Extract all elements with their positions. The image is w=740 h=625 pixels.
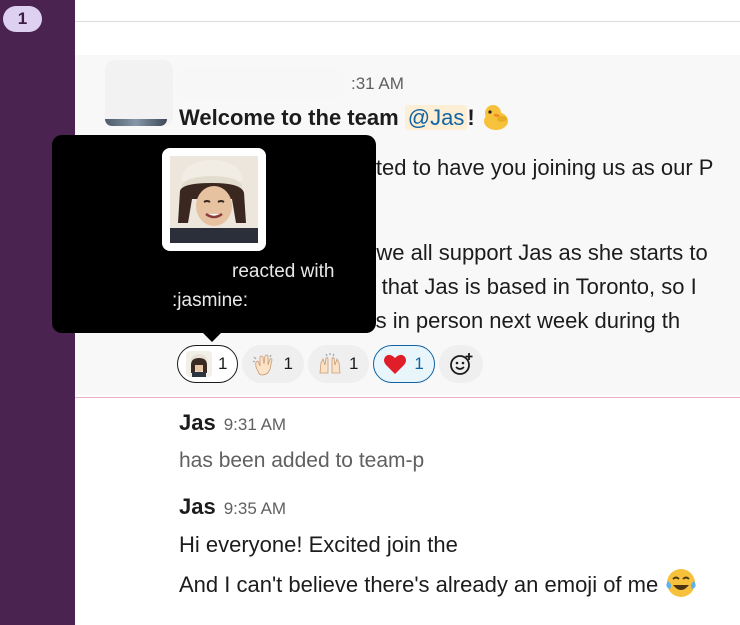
tooltip-reacted-with: reacted with bbox=[232, 261, 335, 282]
add-emoji-icon bbox=[449, 353, 473, 375]
reaction-wave[interactable]: 1 bbox=[242, 345, 304, 383]
avatar-edge bbox=[105, 119, 167, 126]
tooltip-text: reacted with bbox=[156, 261, 334, 283]
reaction-count: 1 bbox=[218, 354, 228, 373]
reaction-tooltip: reacted with :jasmine: bbox=[52, 135, 376, 333]
add-reaction-button[interactable] bbox=[438, 345, 483, 383]
red-heart-icon bbox=[384, 354, 407, 374]
reaction-count: 1 bbox=[414, 354, 424, 373]
message-line-2: And I can't believe there's already an e… bbox=[179, 566, 698, 600]
message-timestamp[interactable]: 9:35 AM bbox=[224, 499, 286, 518]
waving-hand-icon bbox=[253, 354, 273, 376]
title-prefix: Welcome to the team bbox=[179, 105, 405, 130]
new-messages-divider bbox=[75, 397, 740, 398]
tooltip-arrow bbox=[202, 332, 222, 342]
sender-name[interactable]: Jas bbox=[179, 410, 216, 435]
reaction-raised-hands[interactable]: 1 bbox=[307, 345, 370, 383]
tooltip-emoji-preview bbox=[162, 148, 266, 251]
sender-name[interactable]: Jas bbox=[179, 494, 216, 519]
message-title: Welcome to the team @Jas! bbox=[179, 102, 511, 132]
tears-of-joy-emoji-icon bbox=[666, 569, 696, 597]
reaction-heart[interactable]: 1 bbox=[373, 345, 435, 383]
reaction-jasmine[interactable]: 1 bbox=[177, 345, 239, 383]
message-timestamp[interactable]: 9:31 AM bbox=[224, 415, 286, 434]
system-message: has been added to team-p bbox=[179, 449, 425, 472]
message-timestamp[interactable]: :31 AM bbox=[351, 74, 404, 94]
reaction-bar: 1 1 1 1 bbox=[177, 345, 483, 383]
workspace-badge[interactable]: 1 bbox=[3, 6, 42, 32]
duck-emoji-icon bbox=[483, 105, 508, 130]
message-line-1: Hi everyone! Excited join the bbox=[179, 532, 458, 557]
tooltip-emoji-name: :jasmine: bbox=[172, 290, 249, 311]
top-divider bbox=[75, 21, 740, 22]
reaction-count: 1 bbox=[348, 354, 359, 373]
reaction-count: 1 bbox=[283, 354, 293, 373]
message-line-3: nd that Jas is based in Toronto, so I bbox=[351, 274, 697, 299]
message-line-1: cited to have you joining us as our P bbox=[360, 155, 714, 180]
sender-name-redacted bbox=[175, 66, 345, 100]
message-text: And I can't believe there's already an e… bbox=[179, 572, 659, 597]
user-mention[interactable]: @Jas bbox=[404, 105, 468, 130]
jasmine-custom-emoji bbox=[170, 156, 258, 243]
jasmine-custom-emoji bbox=[186, 351, 212, 377]
message-header: Jas 9:31 AM bbox=[179, 410, 286, 436]
avatar[interactable] bbox=[105, 60, 173, 126]
raising-hands-icon bbox=[319, 353, 341, 374]
message-line-4: g us in person next week during th bbox=[345, 308, 681, 333]
message-header: Jas 9:35 AM bbox=[179, 494, 286, 520]
title-suffix: ! bbox=[467, 105, 475, 130]
message-line-2: e we all support Jas as she starts to bbox=[358, 240, 708, 265]
